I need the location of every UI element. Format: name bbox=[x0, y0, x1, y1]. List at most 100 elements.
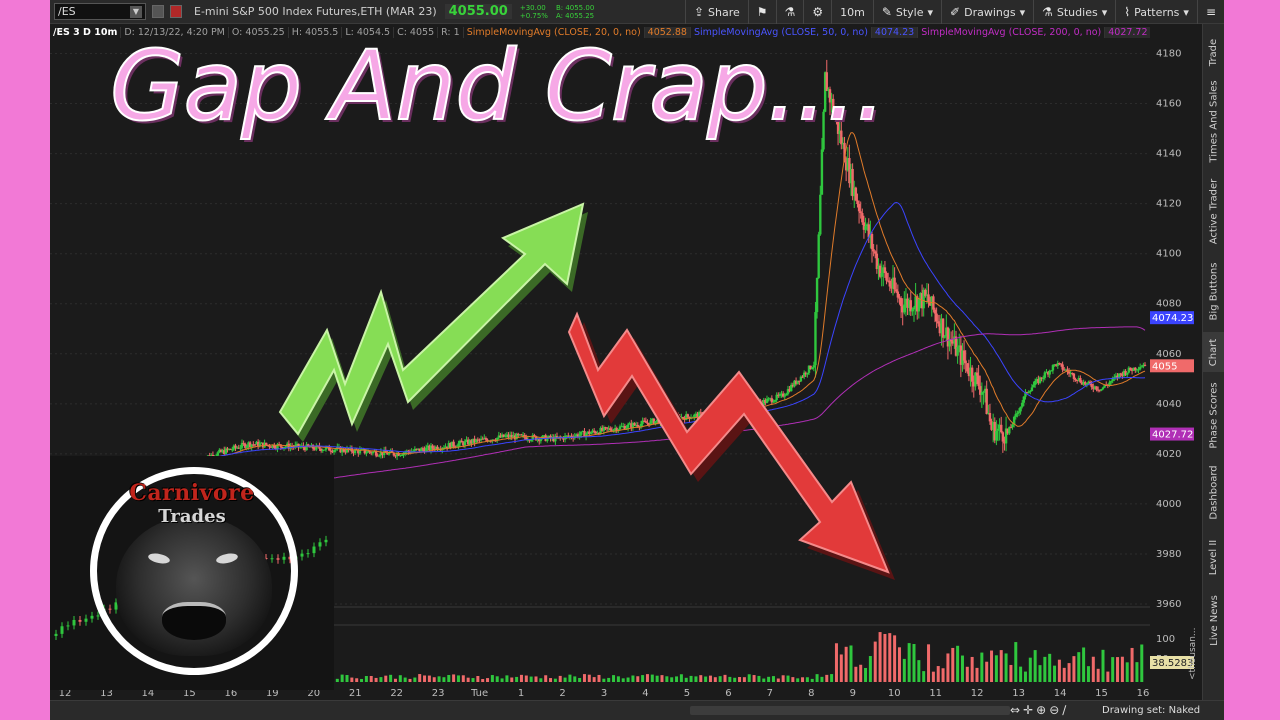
crosshair-icon[interactable]: ✛ bbox=[1023, 703, 1033, 717]
draw-line-icon[interactable]: ∕ bbox=[1062, 703, 1066, 717]
volume-bar bbox=[1004, 653, 1008, 682]
candle-body bbox=[988, 412, 992, 422]
candle-body bbox=[463, 441, 467, 446]
volume-bar bbox=[771, 676, 775, 682]
candle-body bbox=[1079, 378, 1082, 383]
volume-bar bbox=[534, 676, 538, 682]
volume-bar bbox=[1111, 657, 1115, 682]
tab-active-trader[interactable]: Active Trader bbox=[1203, 172, 1224, 250]
candle-body bbox=[956, 346, 959, 356]
volume-bar bbox=[544, 675, 548, 682]
panther-eye-right bbox=[215, 551, 239, 566]
volume-bar bbox=[801, 677, 805, 682]
volume-bar bbox=[849, 645, 853, 682]
price-axis[interactable]: 3960 3980 4000 4020 4040 4060 4080 4100 4120 4140… bbox=[1150, 41, 1202, 610]
volume-bar bbox=[747, 674, 751, 682]
candle-body bbox=[801, 376, 804, 378]
volume-bar bbox=[1028, 657, 1032, 682]
candle-body bbox=[772, 401, 775, 403]
volume-bar bbox=[684, 677, 688, 682]
candle-body bbox=[917, 298, 921, 312]
price-tick-label: 4080 bbox=[1156, 299, 1181, 310]
candle-body bbox=[1140, 366, 1143, 368]
tab-chart[interactable]: Chart bbox=[1203, 332, 1224, 372]
volume-bar bbox=[645, 674, 649, 682]
price-tick-label: 3980 bbox=[1156, 549, 1181, 560]
tab-phase-scores[interactable]: Phase Scores bbox=[1203, 378, 1224, 452]
volume-bar bbox=[791, 677, 795, 682]
zoom-controls: ⇔ ✛ ⊕ ⊖ ∕ bbox=[1010, 703, 1066, 717]
volume-bar bbox=[636, 676, 640, 682]
zoom-in-icon[interactable]: ⊕ bbox=[1036, 703, 1046, 717]
tab-times-and-sales[interactable]: Times And Sales bbox=[1203, 76, 1224, 166]
volume-bar bbox=[718, 676, 722, 682]
candle-body bbox=[1101, 387, 1105, 390]
candle-body bbox=[253, 444, 257, 446]
candle-body bbox=[1137, 369, 1140, 371]
volume-bar bbox=[1116, 657, 1120, 682]
drawing-set-label[interactable]: Drawing set: Naked bbox=[1102, 705, 1200, 716]
volume-bar bbox=[650, 674, 654, 682]
candle-body bbox=[231, 449, 234, 451]
volume-bar bbox=[781, 675, 785, 682]
candle-body bbox=[874, 251, 877, 254]
candle-body bbox=[819, 194, 822, 235]
panther-eye-left bbox=[147, 551, 171, 566]
candle-body bbox=[927, 294, 930, 302]
volume-bar bbox=[476, 675, 480, 682]
time-tick-label: Tue bbox=[470, 688, 488, 699]
candle-body bbox=[609, 428, 612, 431]
candle-body bbox=[765, 399, 769, 403]
horizontal-scrollbar[interactable] bbox=[690, 706, 1010, 715]
tab-trade[interactable]: Trade bbox=[1203, 30, 1224, 74]
volume-bar bbox=[452, 674, 456, 682]
volume-bar bbox=[1101, 649, 1105, 682]
candle-body bbox=[903, 304, 906, 313]
volume-bar bbox=[941, 668, 945, 682]
candle-body bbox=[806, 372, 809, 375]
logo-candle-body bbox=[84, 618, 88, 622]
volume-bar bbox=[1091, 656, 1095, 682]
volume-bar bbox=[893, 635, 897, 682]
tab-level-ii[interactable]: Level II bbox=[1203, 532, 1224, 582]
volume-bar bbox=[728, 676, 732, 682]
candle-body bbox=[912, 307, 916, 310]
volume-bar bbox=[825, 674, 829, 682]
volume-bar bbox=[389, 674, 393, 682]
volume-bar bbox=[689, 675, 693, 682]
tab-live-news[interactable]: Live News bbox=[1203, 588, 1224, 652]
candle-body bbox=[1095, 386, 1098, 390]
volume-bar bbox=[970, 656, 974, 682]
tab-big-buttons[interactable]: Big Buttons bbox=[1203, 256, 1224, 326]
volume-bar bbox=[393, 678, 397, 682]
candle-body bbox=[933, 309, 937, 314]
volume-bar bbox=[350, 677, 354, 682]
volume-bar bbox=[1106, 671, 1110, 682]
volume-bar bbox=[931, 671, 935, 682]
volume-bar bbox=[1130, 647, 1134, 682]
candle-body bbox=[935, 313, 938, 322]
candle-body bbox=[284, 446, 287, 448]
candle-body bbox=[812, 365, 816, 368]
candle-body bbox=[1021, 402, 1024, 407]
volume-bar bbox=[1014, 642, 1018, 682]
volume-bar bbox=[704, 676, 708, 682]
volume-bar bbox=[549, 678, 553, 682]
candle-body bbox=[1009, 427, 1013, 429]
candle-body bbox=[888, 280, 891, 287]
candle-body bbox=[1143, 364, 1147, 366]
time-tick-label: 1 bbox=[518, 688, 524, 699]
candle-body bbox=[859, 211, 862, 214]
volume-bar bbox=[873, 641, 877, 682]
zoom-out-icon[interactable]: ⊖ bbox=[1049, 703, 1059, 717]
volume-bar bbox=[1043, 656, 1047, 682]
volume-bar bbox=[403, 677, 407, 682]
candle-body bbox=[872, 249, 875, 252]
candle-body bbox=[378, 455, 381, 457]
tab-dashboard[interactable]: Dashboard bbox=[1203, 458, 1224, 526]
logo-candle-body bbox=[60, 626, 64, 634]
candle-body bbox=[504, 435, 507, 437]
candle-body bbox=[1100, 389, 1103, 391]
candle-body bbox=[400, 455, 404, 457]
pan-icon[interactable]: ⇔ bbox=[1010, 703, 1020, 717]
